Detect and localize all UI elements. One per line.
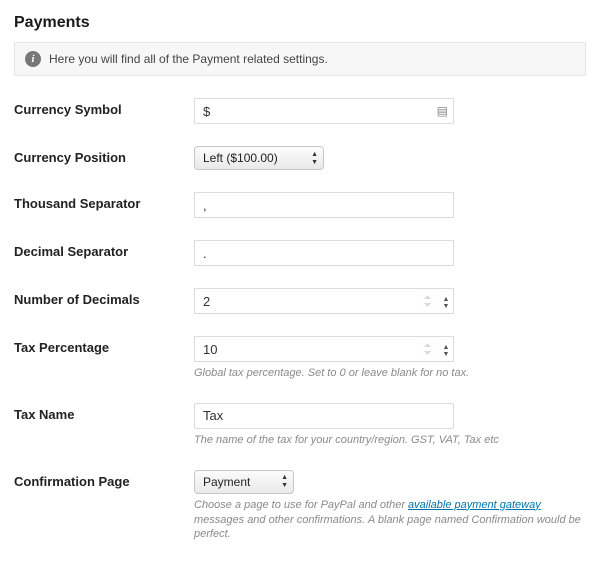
row-tax-percentage: Tax Percentage ▲▼ Global tax percentage.… (14, 336, 586, 381)
notice-text: Here you will find all of the Payment re… (49, 52, 328, 66)
row-currency-position: Currency Position Left ($100.00) ▲▼ (14, 146, 586, 170)
thousand-separator-input[interactable] (194, 192, 454, 218)
label-number-of-decimals: Number of Decimals (14, 288, 194, 307)
currency-position-select[interactable]: Left ($100.00) (194, 146, 324, 170)
settings-notice: i Here you will find all of the Payment … (14, 42, 586, 76)
row-decimal-separator: Decimal Separator (14, 240, 586, 266)
currency-symbol-input[interactable] (194, 98, 454, 124)
available-payment-gateway-link[interactable]: available payment gateway (408, 499, 541, 511)
row-confirmation-page: Confirmation Page Payment ▲▼ Choose a pa… (14, 470, 586, 543)
row-currency-symbol: Currency Symbol ▤ (14, 98, 586, 124)
confirmation-page-select[interactable]: Payment (194, 470, 294, 494)
row-thousand-separator: Thousand Separator (14, 192, 586, 218)
label-tax-percentage: Tax Percentage (14, 336, 194, 355)
label-currency-position: Currency Position (14, 146, 194, 165)
label-tax-name: Tax Name (14, 403, 194, 422)
number-of-decimals-input[interactable] (194, 288, 454, 314)
row-number-of-decimals: Number of Decimals ▲▼ (14, 288, 586, 314)
decimal-separator-input[interactable] (194, 240, 454, 266)
page-title: Payments (14, 14, 586, 32)
currency-position-select-wrap: Left ($100.00) ▲▼ (194, 146, 324, 170)
confirmation-page-help: Choose a page to use for PayPal and othe… (194, 498, 586, 543)
tax-name-help: The name of the tax for your country/reg… (194, 433, 586, 448)
label-currency-symbol: Currency Symbol (14, 98, 194, 117)
info-icon: i (25, 51, 41, 67)
label-confirmation-page: Confirmation Page (14, 470, 194, 489)
tax-percentage-input[interactable] (194, 336, 454, 362)
label-thousand-separator: Thousand Separator (14, 192, 194, 211)
tax-name-input[interactable] (194, 403, 454, 429)
tax-percentage-help: Global tax percentage. Set to 0 or leave… (194, 366, 586, 381)
row-tax-name: Tax Name The name of the tax for your co… (14, 403, 586, 448)
label-decimal-separator: Decimal Separator (14, 240, 194, 259)
confirmation-page-select-wrap: Payment ▲▼ (194, 470, 294, 494)
